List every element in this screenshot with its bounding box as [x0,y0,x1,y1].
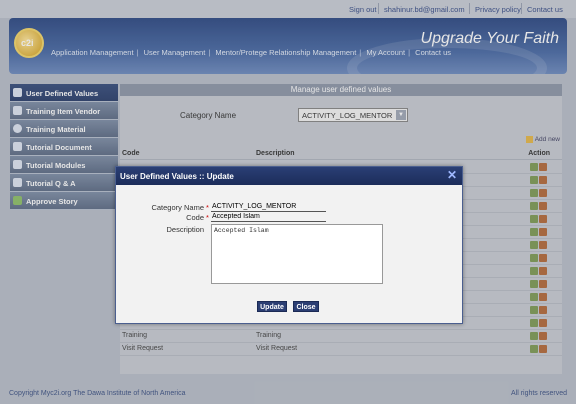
category-name-label: Category Name [151,203,204,212]
description-textarea[interactable]: Accepted Islam [211,224,383,284]
close-icon[interactable]: ✕ [446,169,458,181]
category-name-field[interactable] [211,202,326,212]
description-label: Description [166,225,204,234]
code-field[interactable] [211,212,326,222]
close-button[interactable]: Close [293,301,319,312]
required-marker: * [206,203,209,212]
required-marker: * [206,213,209,222]
code-label: Code [186,213,204,222]
update-dialog: User Defined Values :: Update ✕ Category… [115,166,463,324]
dialog-title: User Defined Values :: Update [120,172,234,181]
update-button[interactable]: Update [257,301,287,312]
dialog-title-bar: User Defined Values :: Update ✕ [116,167,462,185]
